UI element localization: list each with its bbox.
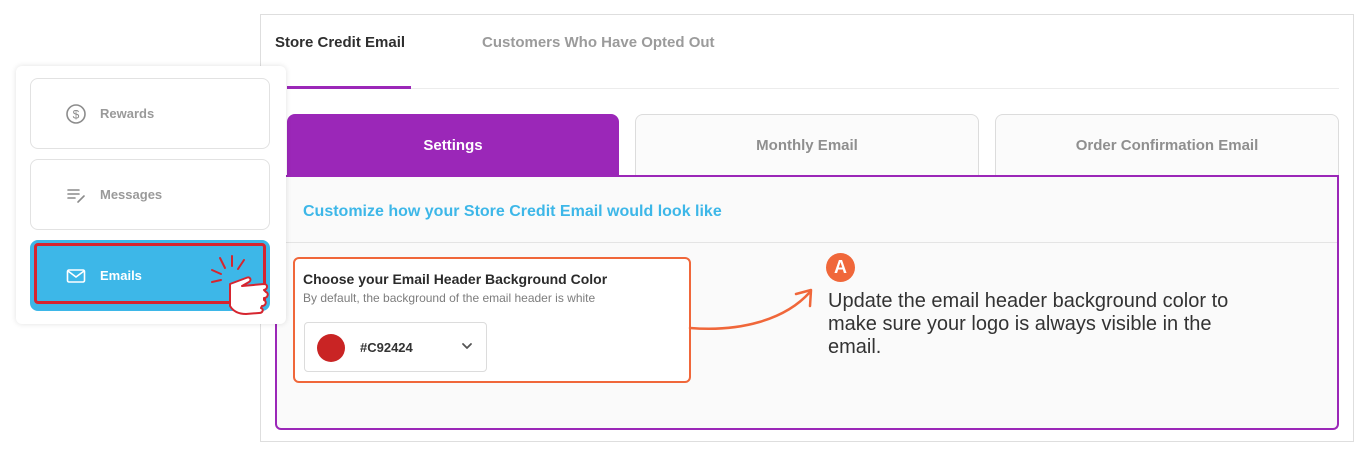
edit-list-icon (67, 189, 85, 203)
pointing-hand-icon (211, 255, 269, 315)
sidebar-item-rewards[interactable]: $ Rewards (30, 78, 270, 149)
annotation-badge: A (826, 253, 855, 282)
sidebar-item-label: Rewards (100, 106, 155, 121)
top-tab-bar: Store Credit Email Customers Who Have Op… (261, 15, 1353, 89)
header-color-select[interactable]: #C92424 (304, 322, 487, 372)
annotation-arrow-icon (688, 288, 813, 330)
color-setting-description: By default, the background of the email … (303, 291, 596, 305)
content-divider (277, 242, 1337, 243)
sidebar-item-messages[interactable]: Messages (30, 159, 270, 230)
svg-text:$: $ (73, 108, 80, 122)
active-tab-underline (287, 86, 411, 89)
content-top-border (275, 175, 1339, 177)
tab-customers-opted-out[interactable]: Customers Who Have Opted Out (482, 34, 715, 51)
header-color-setting: Choose your Email Header Background Colo… (293, 257, 691, 383)
color-hex-value: #C92424 (360, 340, 413, 355)
color-setting-title: Choose your Email Header Background Colo… (303, 271, 608, 287)
tab-store-credit-email[interactable]: Store Credit Email (275, 34, 405, 51)
store-credit-email-panel: Store Credit Email Customers Who Have Op… (260, 14, 1354, 442)
tab-divider (287, 88, 1339, 89)
color-swatch[interactable] (317, 334, 345, 362)
annotation-text: Update the email header background color… (828, 290, 1229, 358)
subtab-monthly-email[interactable]: Monthly Email (635, 114, 979, 175)
dollar-circle-icon: $ (66, 104, 86, 124)
sidebar-item-label: Messages (100, 187, 163, 202)
content-heading: Customize how your Store Credit Email wo… (303, 203, 722, 220)
chevron-down-icon[interactable] (460, 339, 474, 353)
subtab-order-confirmation-email[interactable]: Order Confirmation Email (995, 114, 1339, 175)
subtab-settings[interactable]: Settings (287, 114, 619, 175)
